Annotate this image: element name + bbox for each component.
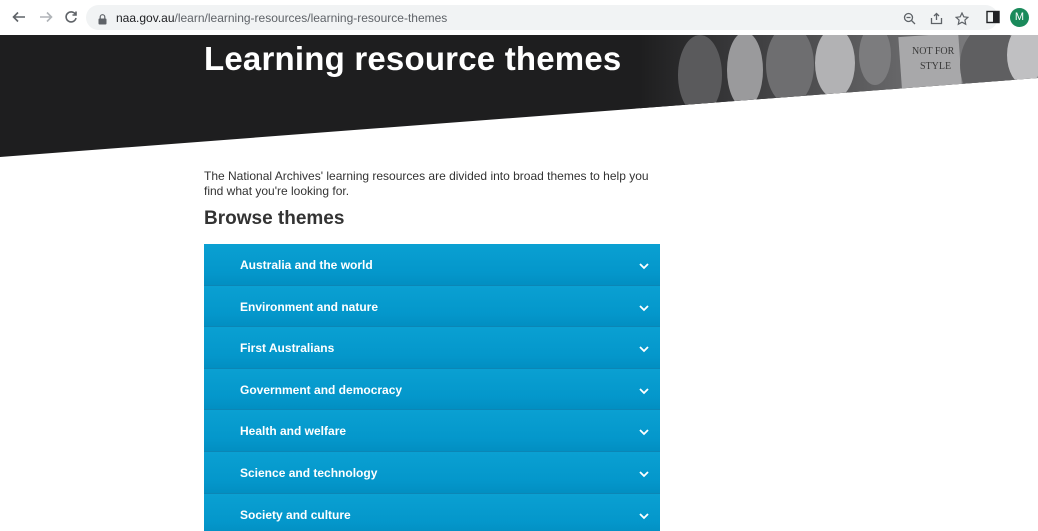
zoom-icon[interactable] (902, 12, 916, 26)
theme-label: First Australians (240, 341, 335, 356)
chevron-down-icon (639, 429, 649, 436)
protest-sign-text-1: NOT FOR (912, 46, 955, 57)
theme-label: Environment and nature (240, 299, 379, 314)
theme-label: Australia and the world (240, 258, 373, 272)
share-icon[interactable] (929, 12, 943, 26)
protest-sign-text-2: STYLE (920, 61, 951, 72)
url-host: naa.gov.au (116, 11, 175, 25)
theme-society-and-culture[interactable]: Society and culture (204, 493, 660, 531)
url-text: naa.gov.au/learn/learning-resources/lear… (116, 11, 447, 25)
intro-text: The National Archives' learning resource… (204, 169, 649, 198)
chevron-down-icon (639, 512, 649, 519)
profile-avatar[interactable]: M (1010, 8, 1029, 27)
page-title: Learning resource themes (204, 40, 622, 77)
browser-toolbar: naa.gov.au/learn/learning-resources/lear… (0, 0, 1038, 35)
forward-arrow-icon[interactable] (37, 8, 55, 26)
theme-first-australians[interactable]: First Australians (204, 327, 660, 369)
theme-australia-and-the-world[interactable]: Australia and the world (204, 244, 660, 286)
side-panel-icon[interactable] (986, 10, 1000, 24)
theme-label: Science and technology (240, 465, 378, 480)
chevron-down-icon (639, 263, 649, 270)
bookmark-star-icon[interactable] (954, 11, 970, 26)
lock-icon (98, 12, 107, 30)
theme-science-and-technology[interactable]: Science and technology (204, 451, 660, 494)
address-bar[interactable]: naa.gov.au/learn/learning-resources/lear… (86, 5, 998, 30)
themes-accordion: Australia and the world Environment and … (204, 244, 660, 531)
theme-label: Government and democracy (240, 382, 403, 397)
chevron-down-icon (639, 346, 649, 353)
chevron-down-icon (639, 304, 649, 311)
theme-label: Society and culture (240, 507, 351, 522)
reload-icon[interactable] (62, 8, 80, 26)
back-arrow-icon[interactable] (10, 8, 28, 26)
theme-label: Health and welfare (240, 424, 347, 439)
chevron-down-icon (639, 388, 649, 395)
theme-environment-and-nature[interactable]: Environment and nature (204, 285, 660, 328)
browse-themes-heading: Browse themes (204, 208, 345, 229)
chevron-down-icon (639, 471, 649, 478)
url-path: /learn/learning-resources/learning-resou… (174, 11, 448, 25)
theme-health-and-welfare[interactable]: Health and welfare (204, 410, 660, 452)
theme-government-and-democracy[interactable]: Government and democracy (204, 368, 660, 411)
hero-banner: NOT FOR STYLE Learning resource themes (0, 35, 1038, 160)
